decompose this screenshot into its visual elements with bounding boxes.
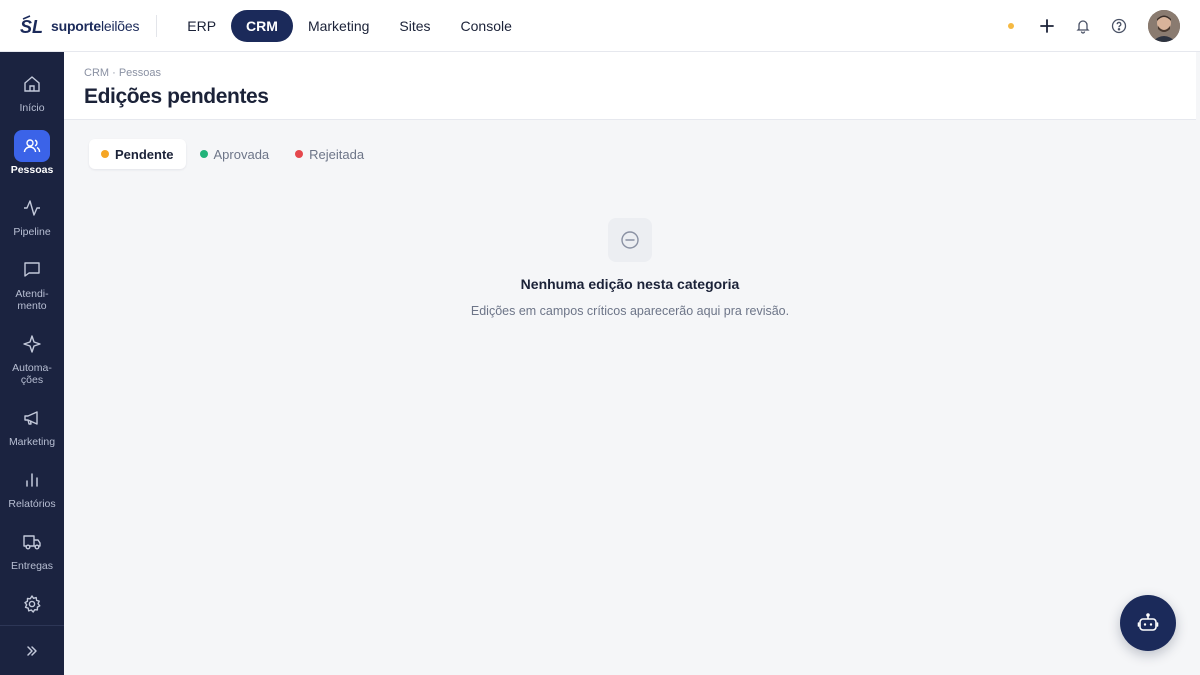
top-bar: SL suporteleilões ERP CRM Marketing Site… xyxy=(0,0,1200,52)
logo-mark-icon: SL xyxy=(20,14,43,37)
sidebar-item-label: Pessoas xyxy=(10,164,54,176)
tab-erp[interactable]: ERP xyxy=(172,10,231,42)
filter-aprovada[interactable]: Aprovada xyxy=(188,139,282,169)
filter-label: Aprovada xyxy=(213,146,270,162)
sidebar-divider xyxy=(0,625,64,626)
filter-pendente[interactable]: Pendente xyxy=(89,139,186,169)
tab-sites[interactable]: Sites xyxy=(384,10,445,42)
empty-state-title: Nenhuma edição nesta categoria xyxy=(520,276,740,292)
sidebar-item-relatorios[interactable]: Relatórios xyxy=(0,464,64,510)
topbar-divider xyxy=(156,14,158,37)
breadcrumb: CRM · Pessoas xyxy=(84,67,162,79)
sidebar-item-label: Atendi- mento xyxy=(15,288,49,312)
sidebar-item-inicio[interactable]: Início xyxy=(0,68,64,114)
filter-rejeitada[interactable]: Rejeitada xyxy=(283,139,376,169)
tab-crm[interactable]: CRM xyxy=(231,9,293,42)
brand-name: suporteleilões xyxy=(51,17,140,34)
minus-circle-icon xyxy=(608,218,652,262)
sidebar-item-atendimento[interactable]: Atendi- mento xyxy=(0,254,64,312)
sidebar: Início Pessoas Pipeline Atendi- mento Au… xyxy=(0,52,64,675)
filter-label: Rejeitada xyxy=(309,146,365,162)
svg-text:SL: SL xyxy=(20,17,43,37)
chat-icon xyxy=(14,254,50,286)
bell-icon[interactable] xyxy=(1074,17,1092,35)
status-dot xyxy=(101,150,109,158)
plus-icon[interactable] xyxy=(1038,17,1056,35)
status-indicator xyxy=(1008,23,1014,29)
sidebar-item-label: Pipeline xyxy=(13,226,51,238)
sidebar-item-label: Automa- ções xyxy=(12,362,52,386)
sidebar-item-label: Entregas xyxy=(10,560,54,572)
help-icon[interactable] xyxy=(1110,17,1128,35)
home-icon xyxy=(14,68,50,100)
gear-icon xyxy=(14,588,50,620)
sidebar-item-pessoas[interactable]: Pessoas xyxy=(0,130,64,176)
status-dot xyxy=(295,150,304,158)
product-nav: ERP CRM Marketing Sites Console xyxy=(172,9,527,42)
topbar-actions xyxy=(1008,0,1180,52)
sidebar-item-label: Marketing xyxy=(8,436,56,448)
users-icon xyxy=(14,130,50,162)
page-header: CRM · Pessoas Edições pendentes xyxy=(64,52,1196,120)
sparkle-icon xyxy=(14,328,50,360)
sidebar-item-settings[interactable] xyxy=(0,588,64,622)
filter-label: Pendente xyxy=(115,146,174,162)
status-filter-tabs: Pendente Aprovada Rejeitada xyxy=(89,139,378,169)
status-dot xyxy=(199,150,208,158)
truck-icon xyxy=(14,526,50,558)
bar-chart-icon xyxy=(14,464,50,496)
brand-logo[interactable]: SL suporteleilões xyxy=(20,0,139,52)
empty-state-description: Edições em campos críticos aparecerão aq… xyxy=(470,304,790,318)
tab-console[interactable]: Console xyxy=(446,10,527,42)
activity-icon xyxy=(14,192,50,224)
megaphone-icon xyxy=(14,402,50,434)
sidebar-item-automacoes[interactable]: Automa- ções xyxy=(0,328,64,386)
tab-marketing[interactable]: Marketing xyxy=(293,10,384,42)
sidebar-item-label: Relatórios xyxy=(8,498,56,510)
page-title: Edições pendentes xyxy=(84,85,269,108)
sidebar-item-pipeline[interactable]: Pipeline xyxy=(0,192,64,238)
chevrons-right-icon[interactable] xyxy=(22,642,42,660)
avatar[interactable] xyxy=(1148,10,1180,42)
sidebar-item-entregas[interactable]: Entregas xyxy=(0,526,64,572)
sidebar-item-label: Início xyxy=(19,102,45,114)
bot-icon xyxy=(1137,613,1159,631)
assistant-bot-button[interactable] xyxy=(1120,595,1176,651)
sidebar-item-marketing[interactable]: Marketing xyxy=(0,402,64,448)
